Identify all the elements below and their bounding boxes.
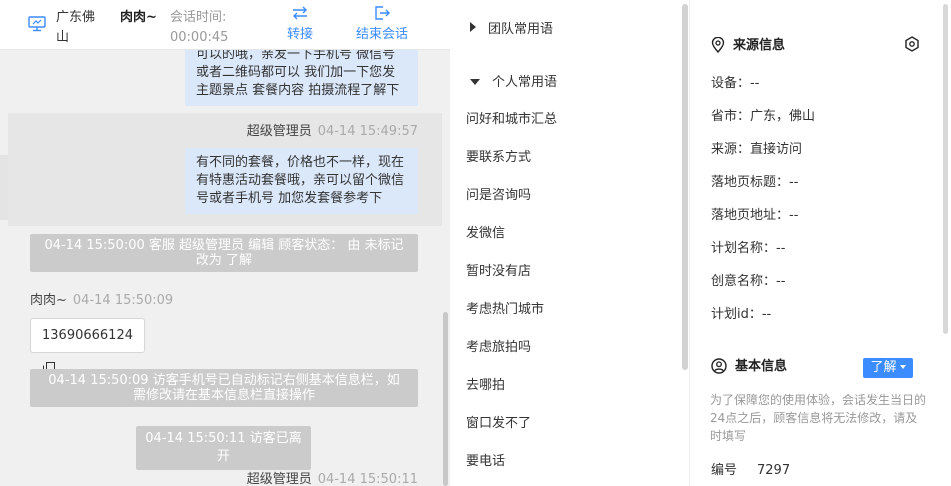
edit-notice: 为了保障您的使用体验，会话发生当日的24点之后，顾客信息将无法修改，请及时填写 bbox=[710, 393, 927, 443]
session-time-value: 00:00:45 bbox=[170, 30, 229, 45]
user-circle-icon bbox=[711, 358, 727, 374]
team-phrases-group[interactable]: 团队常用语 bbox=[470, 21, 553, 39]
phrase-item[interactable]: 发微信 bbox=[466, 225, 505, 243]
phrase-item[interactable]: 问好和城市汇总 bbox=[466, 111, 557, 129]
caret-down-icon bbox=[470, 79, 480, 85]
group-label: 团队常用语 bbox=[488, 22, 554, 37]
message-timestamp: 04-14 15:50:11 bbox=[317, 472, 418, 486]
visitor-location: 广东佛山 bbox=[56, 10, 96, 45]
customer-id-row: 编号 7297 bbox=[711, 462, 790, 480]
caret-down-icon bbox=[899, 365, 906, 369]
end-session-button[interactable]: 结束会话 bbox=[350, 6, 414, 44]
system-note-text: 04-14 15:50:09 访客手机号已自动标记右侧基本信息栏，如需修改请在基… bbox=[48, 373, 400, 403]
info-row-province-city: 省市：广东，佛山 bbox=[711, 109, 816, 124]
basic-info-title: 基本信息 bbox=[711, 358, 787, 376]
phrase-item[interactable]: 要联系方式 bbox=[466, 149, 531, 167]
system-note: 04-14 15:50:00 客服 超级管理员 编辑 顾客状态： 由 未标记 改… bbox=[30, 234, 418, 272]
message-text: 有不同的套餐，价格也不一样，现在有特惠活动套餐哦，亲可以留个微信号或者手机号 加… bbox=[196, 155, 405, 206]
settings-icon[interactable] bbox=[904, 36, 920, 56]
phrase-item[interactable]: 考虑热门城市 bbox=[466, 301, 544, 319]
phrase-item[interactable]: 去哪拍 bbox=[466, 377, 505, 395]
visitor-phone-number: 13690666124 bbox=[42, 328, 133, 343]
source-info-title: 来源信息 bbox=[711, 36, 786, 55]
info-row-plan-id: 计划id：-- bbox=[711, 307, 772, 322]
info-row-landing-url: 落地页地址：-- bbox=[711, 208, 799, 223]
info-row-device: 设备：-- bbox=[711, 76, 760, 91]
common-phrases-panel: 团队常用语 个人常用语 问好和城市汇总 要联系方式 问是咨询吗 发微信 暂时没有… bbox=[450, 0, 690, 486]
info-scrollbar[interactable] bbox=[943, 4, 948, 334]
agent-message-bubble: 有不同的套餐，价格也不一样，现在有特惠活动套餐哦，亲可以留个微信号或者手机号 加… bbox=[185, 148, 418, 214]
visitor-name: 肉肉~ bbox=[120, 10, 157, 25]
visitor-sender-line: 肉肉~ 04-14 15:50:09 bbox=[30, 293, 173, 309]
phrase-item[interactable]: 要电话 bbox=[466, 453, 505, 471]
transfer-button[interactable]: 转接 bbox=[280, 6, 320, 44]
session-time-label: 会话时间: bbox=[170, 10, 227, 25]
visitor-name: 肉肉~ bbox=[30, 293, 67, 308]
info-row-source: 来源：直接访问 bbox=[711, 142, 803, 157]
status-label: 了解 bbox=[870, 360, 897, 375]
chat-gutter-strip bbox=[0, 155, 8, 220]
customer-id-value: 7297 bbox=[757, 463, 791, 478]
visitor-phone-bubble: 13690666124 bbox=[30, 318, 145, 374]
monitor-icon bbox=[28, 16, 46, 32]
chat-panel: 可以的哦，亲发一下手机号 微信号或者二维码都可以 我们加一下您发主题景点 套餐内… bbox=[0, 0, 450, 486]
sender-name: 超级管理员 bbox=[246, 124, 312, 139]
location-pin-icon bbox=[711, 36, 725, 54]
caret-right-icon bbox=[470, 22, 476, 32]
transfer-label: 转接 bbox=[286, 27, 313, 42]
system-note-text: 04-14 15:50:00 客服 超级管理员 编辑 顾客状态： 由 未标记 改… bbox=[44, 238, 404, 268]
system-note: 04-14 15:50:11 访客已离开 bbox=[136, 426, 311, 470]
section-label: 基本信息 bbox=[735, 359, 788, 374]
chat-header: 广东佛山 肉肉~ 会话时间: 00:00:45 转接 结束会话 bbox=[0, 0, 450, 50]
exit-icon bbox=[375, 6, 390, 20]
phrase-item[interactable]: 考虑旅拍吗 bbox=[466, 339, 531, 357]
sender-name: 超级管理员 bbox=[246, 472, 312, 486]
message-timestamp: 04-14 15:50:09 bbox=[72, 293, 174, 308]
personal-phrases-group[interactable]: 个人常用语 bbox=[470, 74, 557, 92]
customer-info-panel: 来源信息 设备：-- 省市：广东，佛山 来源：直接访问 落地页标题：-- 落地页… bbox=[691, 0, 951, 486]
chat-scrollbar[interactable] bbox=[443, 312, 448, 486]
transfer-icon bbox=[293, 6, 307, 20]
phrase-item[interactable]: 暂时没有店 bbox=[466, 263, 531, 281]
phrases-scrollbar[interactable] bbox=[682, 4, 688, 370]
info-row-landing-title: 落地页标题：-- bbox=[711, 175, 799, 190]
system-note: 04-14 15:50:09 访客手机号已自动标记右侧基本信息栏，如需修改请在基… bbox=[30, 369, 418, 407]
customer-id-label: 编号 bbox=[711, 463, 738, 478]
customer-status-dropdown[interactable]: 了解 bbox=[863, 358, 913, 378]
info-row-plan-name: 计划名称：-- bbox=[711, 241, 786, 256]
end-session-label: 结束会话 bbox=[355, 27, 408, 42]
phrase-item[interactable]: 窗口发不了 bbox=[466, 415, 531, 433]
message-text: 可以的哦，亲发一下手机号 微信号或者二维码都可以 我们加一下您发主题景点 套餐内… bbox=[196, 47, 400, 98]
agent-sender-line: 超级管理员 04-14 15:50:11 bbox=[247, 472, 418, 486]
group-label: 个人常用语 bbox=[492, 75, 558, 90]
message-timestamp: 04-14 15:49:57 bbox=[317, 124, 418, 139]
phrase-item[interactable]: 问是咨询吗 bbox=[466, 187, 531, 205]
system-note-text: 04-14 15:50:11 访客已离开 bbox=[145, 431, 302, 464]
info-row-creative-name: 创意名称：-- bbox=[711, 274, 786, 289]
section-label: 来源信息 bbox=[733, 38, 786, 53]
agent-sender-line: 超级管理员 04-14 15:49:57 bbox=[247, 124, 418, 140]
